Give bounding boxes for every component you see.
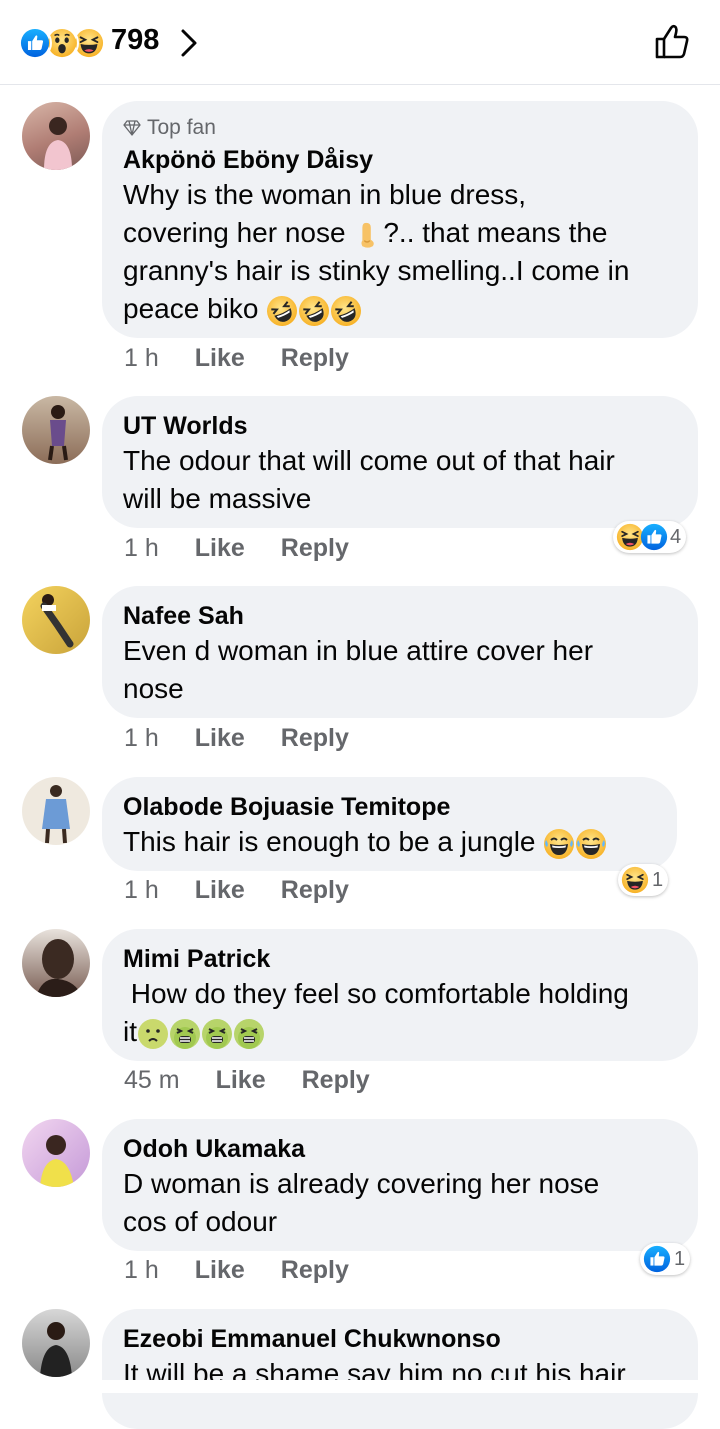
commenter-name[interactable]: UT Worlds: [123, 410, 678, 442]
like-link[interactable]: Like: [195, 344, 245, 373]
tears-of-joy-icon: [543, 828, 575, 860]
commenter-name[interactable]: Akpönö Eböny Dåisy: [123, 144, 678, 176]
reply-link[interactable]: Reply: [302, 1066, 370, 1095]
comment-time: 1 h: [124, 1256, 159, 1284]
avatar[interactable]: [22, 777, 90, 845]
comment-actions: 1 h Like Reply: [124, 724, 349, 753]
avatar[interactable]: [22, 396, 90, 464]
commenter-name[interactable]: Ezeobi Emmanuel Chukwnonso: [123, 1323, 678, 1355]
like-link[interactable]: Like: [216, 1066, 266, 1095]
avatar[interactable]: [22, 586, 90, 654]
comment-text: How do they feel so comfortable holding …: [123, 975, 678, 1051]
comment-bubble: Nafee Sah Even d woman in blue attire co…: [102, 586, 698, 718]
reply-link[interactable]: Reply: [281, 876, 349, 905]
comment-reactions[interactable]: 1: [640, 1243, 691, 1275]
like-link[interactable]: Like: [195, 534, 245, 563]
like-link[interactable]: Like: [195, 876, 245, 905]
like-icon: [643, 1245, 671, 1273]
comment-time: 45 m: [124, 1066, 180, 1094]
comment-bubble: UT Worlds The odour that will come out o…: [102, 396, 698, 528]
reply-link[interactable]: Reply: [281, 534, 349, 563]
comment-text: D woman is already covering her nose cos…: [123, 1168, 600, 1237]
comment-time: 1 h: [124, 724, 159, 752]
avatar[interactable]: [22, 1119, 90, 1187]
commenter-name[interactable]: Nafee Sah: [123, 600, 678, 632]
commenter-name[interactable]: Mimi Patrick: [123, 943, 678, 975]
nauseated-face-icon: [169, 1018, 201, 1050]
diamond-icon: [123, 120, 141, 136]
nose-icon: [353, 219, 383, 251]
rofl-icon: [298, 295, 330, 327]
comment-bubble: Mimi Patrick How do they feel so comfort…: [102, 929, 698, 1061]
commenter-name[interactable]: Olabode Bojuasie Temitope: [123, 791, 657, 823]
comment-time: 1 h: [124, 534, 159, 562]
comment-time: 1 h: [124, 876, 159, 904]
reply-link[interactable]: Reply: [281, 344, 349, 373]
comment-reactions[interactable]: 1: [618, 864, 669, 896]
like-link[interactable]: Like: [195, 724, 245, 753]
top-fan-badge: Top fan: [123, 115, 678, 141]
tears-of-joy-icon: [575, 828, 607, 860]
like-icon: [640, 523, 668, 551]
comment-text: The odour that will come out of that hai…: [123, 445, 615, 514]
nauseated-face-icon: [233, 1018, 265, 1050]
rofl-icon: [266, 295, 298, 327]
comment-actions: 1 h Like Reply: [124, 534, 349, 563]
sick-face-icon: [137, 1018, 169, 1050]
comment-text: This hair is enough to be a jungle: [123, 823, 657, 861]
comment-actions: 1 h Like Reply: [124, 876, 349, 905]
comment-actions: 45 m Like Reply: [124, 1066, 370, 1095]
like-button-icon[interactable]: [652, 22, 692, 62]
laugh-icon: [621, 866, 649, 894]
comment-time: 1 h: [124, 344, 159, 372]
rofl-icon: [330, 295, 362, 327]
comment-text: Even d woman in blue attire cover her no…: [123, 635, 594, 704]
comment-actions: 1 h Like Reply: [124, 1256, 349, 1285]
avatar[interactable]: [22, 1309, 90, 1377]
reply-link[interactable]: Reply: [281, 1256, 349, 1285]
comment-bubble: Top fan Akpönö Eböny Dåisy Why is the wo…: [102, 101, 698, 338]
comment-text: Why is the woman in blue dress, covering …: [123, 176, 678, 328]
reaction-count: 4: [670, 525, 682, 548]
commenter-name[interactable]: Odoh Ukamaka: [123, 1133, 678, 1165]
comment-reactions[interactable]: 4: [613, 521, 687, 553]
scroll-edge: [0, 1380, 720, 1393]
comment-bubble: Olabode Bojuasie Temitope This hair is e…: [102, 777, 677, 871]
reaction-count: 1: [652, 868, 664, 891]
avatar[interactable]: [22, 929, 90, 997]
reaction-icons[interactable]: [18, 26, 108, 60]
like-icon: [18, 26, 52, 60]
nauseated-face-icon: [201, 1018, 233, 1050]
reaction-count: 1: [674, 1247, 686, 1270]
reply-link[interactable]: Reply: [281, 724, 349, 753]
comment-bubble: Odoh Ukamaka D woman is already covering…: [102, 1119, 698, 1251]
chevron-right-icon[interactable]: [178, 28, 200, 58]
like-link[interactable]: Like: [195, 1256, 245, 1285]
comment-bubble: Ezeobi Emmanuel Chukwnonso It will be a …: [102, 1309, 698, 1429]
avatar[interactable]: [22, 102, 90, 170]
comment-actions: 1 h Like Reply: [124, 344, 349, 373]
reactions-header: 798: [0, 0, 720, 85]
reaction-count[interactable]: 798: [111, 24, 159, 57]
